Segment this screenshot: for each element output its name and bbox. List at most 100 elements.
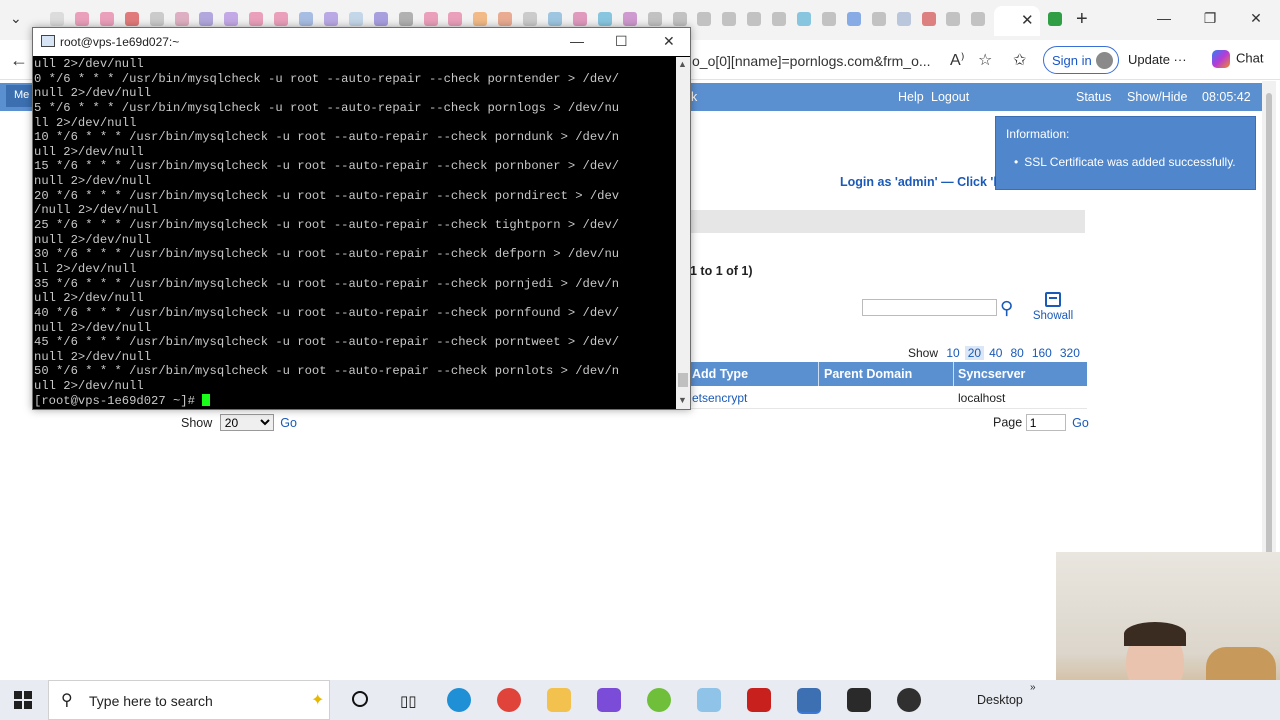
tab-favicon-icon[interactable] (871, 12, 886, 26)
status-link[interactable]: Status (1076, 90, 1111, 104)
tab-favicon-icon[interactable] (498, 12, 513, 26)
scroll-down-icon[interactable]: ▼ (678, 395, 687, 405)
file-explorer-icon[interactable] (547, 688, 571, 712)
terminal-close-icon[interactable]: ✕ (663, 33, 675, 50)
page-size-option[interactable]: 20 (964, 346, 985, 360)
tab-favicon-icon[interactable] (523, 12, 538, 26)
copilot-icon[interactable] (597, 688, 621, 712)
tab-favicon-icon[interactable] (921, 12, 936, 26)
page-size-option[interactable]: 40 (986, 346, 1005, 360)
tab-favicon-icon[interactable] (697, 12, 712, 26)
tab-favicon-icon[interactable] (373, 12, 388, 26)
tab-favicon-icon[interactable] (597, 12, 612, 26)
tab-close-icon[interactable]: ✕ (1021, 11, 1034, 29)
start-button[interactable] (14, 691, 32, 709)
tab-favicon-icon[interactable] (50, 12, 64, 26)
rdp-icon[interactable] (797, 688, 821, 712)
tab-favicon-icon[interactable] (174, 12, 189, 26)
tab-favicon-icon[interactable] (672, 12, 687, 26)
taskbar-search[interactable]: ⚲ Type here to search ✦ (48, 680, 330, 720)
chevron-icon[interactable]: » (1030, 682, 1036, 693)
vnc-icon[interactable] (847, 688, 871, 712)
chrome-icon[interactable] (497, 688, 521, 712)
tab-favicon-icon[interactable] (74, 12, 89, 26)
page-size-option[interactable]: 10 (943, 346, 962, 360)
col-add-type[interactable]: Add Type (692, 367, 748, 381)
nav-fragment[interactable]: k (691, 90, 697, 104)
tab-favicon-icon[interactable] (971, 12, 986, 26)
edge-icon[interactable] (447, 688, 471, 712)
favorites-icon[interactable]: ✩ (1013, 50, 1026, 70)
tab-favicon-icon[interactable] (423, 12, 438, 26)
read-aloud-icon[interactable]: A⁾ (950, 50, 965, 70)
page-input[interactable] (1025, 414, 1066, 431)
update-button[interactable]: Update ··· (1128, 52, 1187, 67)
search-input[interactable] (862, 299, 997, 316)
close-window-icon[interactable]: ✕ (1246, 10, 1266, 27)
show-count-select[interactable]: 20 (219, 414, 274, 431)
page-size-option[interactable]: 80 (1007, 346, 1026, 360)
page-size-option[interactable]: 320 (1057, 346, 1083, 360)
cortana-icon[interactable] (352, 691, 368, 707)
scroll-up-icon[interactable]: ▲ (678, 59, 687, 69)
tab-favicon-icon[interactable] (747, 12, 762, 26)
tab-favicon-icon[interactable] (647, 12, 662, 26)
restore-icon[interactable]: ❐ (1200, 10, 1220, 27)
col-parent-domain[interactable]: Parent Domain (824, 367, 912, 381)
terminal-scrollbar[interactable]: ▲ ▼ (676, 57, 690, 409)
favorite-star-icon[interactable]: ☆ (978, 50, 992, 70)
terminal-prompt-line[interactable]: [root@vps-1e69d027 ~]# (34, 393, 674, 409)
tab-favicon-icon[interactable] (1048, 12, 1062, 26)
desktop-label[interactable]: Desktop (977, 693, 1023, 707)
terminal-scroll-thumb[interactable] (678, 373, 688, 387)
tab-favicon-icon[interactable] (224, 12, 239, 26)
logout-link[interactable]: Logout (931, 90, 969, 104)
tab-favicon-icon[interactable] (348, 12, 363, 26)
help-link[interactable]: Help (898, 90, 924, 104)
tab-favicon-icon[interactable] (548, 12, 562, 26)
notepad-icon[interactable] (697, 688, 721, 712)
tab-favicon-icon[interactable] (797, 12, 811, 26)
tab-favicon-icon[interactable] (199, 12, 214, 26)
tab-favicon-icon[interactable] (149, 12, 164, 26)
terminal-output[interactable]: ull 2>/dev/null 0 */6 * * * /usr/bin/mysq… (34, 57, 674, 409)
tab-favicon-icon[interactable] (473, 12, 488, 26)
col-syncserver[interactable]: Syncserver (958, 367, 1025, 381)
address-bar[interactable]: o_o[0][nname]=pornlogs.com&frm_o... (692, 53, 937, 69)
tab-favicon-icon[interactable] (846, 12, 861, 26)
tab-favicon-icon[interactable] (323, 12, 338, 26)
tab-favicon-icon[interactable] (448, 12, 463, 26)
search-icon[interactable]: ⚲ (1000, 298, 1013, 319)
tab-favicon-icon[interactable] (398, 12, 413, 26)
filezilla-icon[interactable] (747, 688, 771, 712)
terminal-titlebar[interactable]: root@vps-1e69d027:~ — ☐ ✕ (33, 28, 690, 56)
tab-favicon-icon[interactable] (249, 12, 264, 26)
tab-favicon-icon[interactable] (299, 12, 313, 26)
utorrent-icon[interactable] (647, 688, 671, 712)
menu-button[interactable]: Me (6, 85, 34, 107)
showall-button[interactable]: Showall (1031, 292, 1075, 322)
obs-icon[interactable] (897, 688, 921, 712)
tab-favicon-icon[interactable] (124, 12, 139, 26)
tab-favicon-icon[interactable] (274, 12, 289, 26)
tab-favicon-icon[interactable] (896, 12, 911, 26)
new-tab-icon[interactable]: + (1076, 8, 1088, 31)
signin-button[interactable]: Sign in (1043, 46, 1119, 74)
showhide-link[interactable]: Show/Hide (1127, 90, 1187, 104)
back-icon[interactable]: ← (10, 50, 28, 71)
page-size-option[interactable]: 160 (1029, 346, 1055, 360)
tab-favicon-icon[interactable] (99, 12, 114, 26)
tab-favicon-icon[interactable] (772, 12, 787, 26)
tab-favicon-icon[interactable] (622, 12, 637, 26)
tab-favicon-icon[interactable] (821, 12, 836, 26)
tab-favicon-icon[interactable] (722, 12, 737, 26)
show-go-button[interactable]: Go (280, 416, 297, 430)
page-go-button[interactable]: Go (1072, 416, 1089, 430)
terminal-maximize-icon[interactable]: ☐ (615, 33, 628, 50)
cell-type[interactable]: etsencrypt (692, 391, 747, 405)
tab-favicon-icon[interactable] (572, 12, 587, 26)
chat-button[interactable]: Chat (1212, 50, 1263, 68)
tab-list-dropdown-icon[interactable]: ⌄ (10, 10, 22, 27)
terminal-minimize-icon[interactable]: — (570, 33, 584, 49)
login-as-link[interactable]: Login as 'admin' — Click 'l (840, 175, 997, 189)
